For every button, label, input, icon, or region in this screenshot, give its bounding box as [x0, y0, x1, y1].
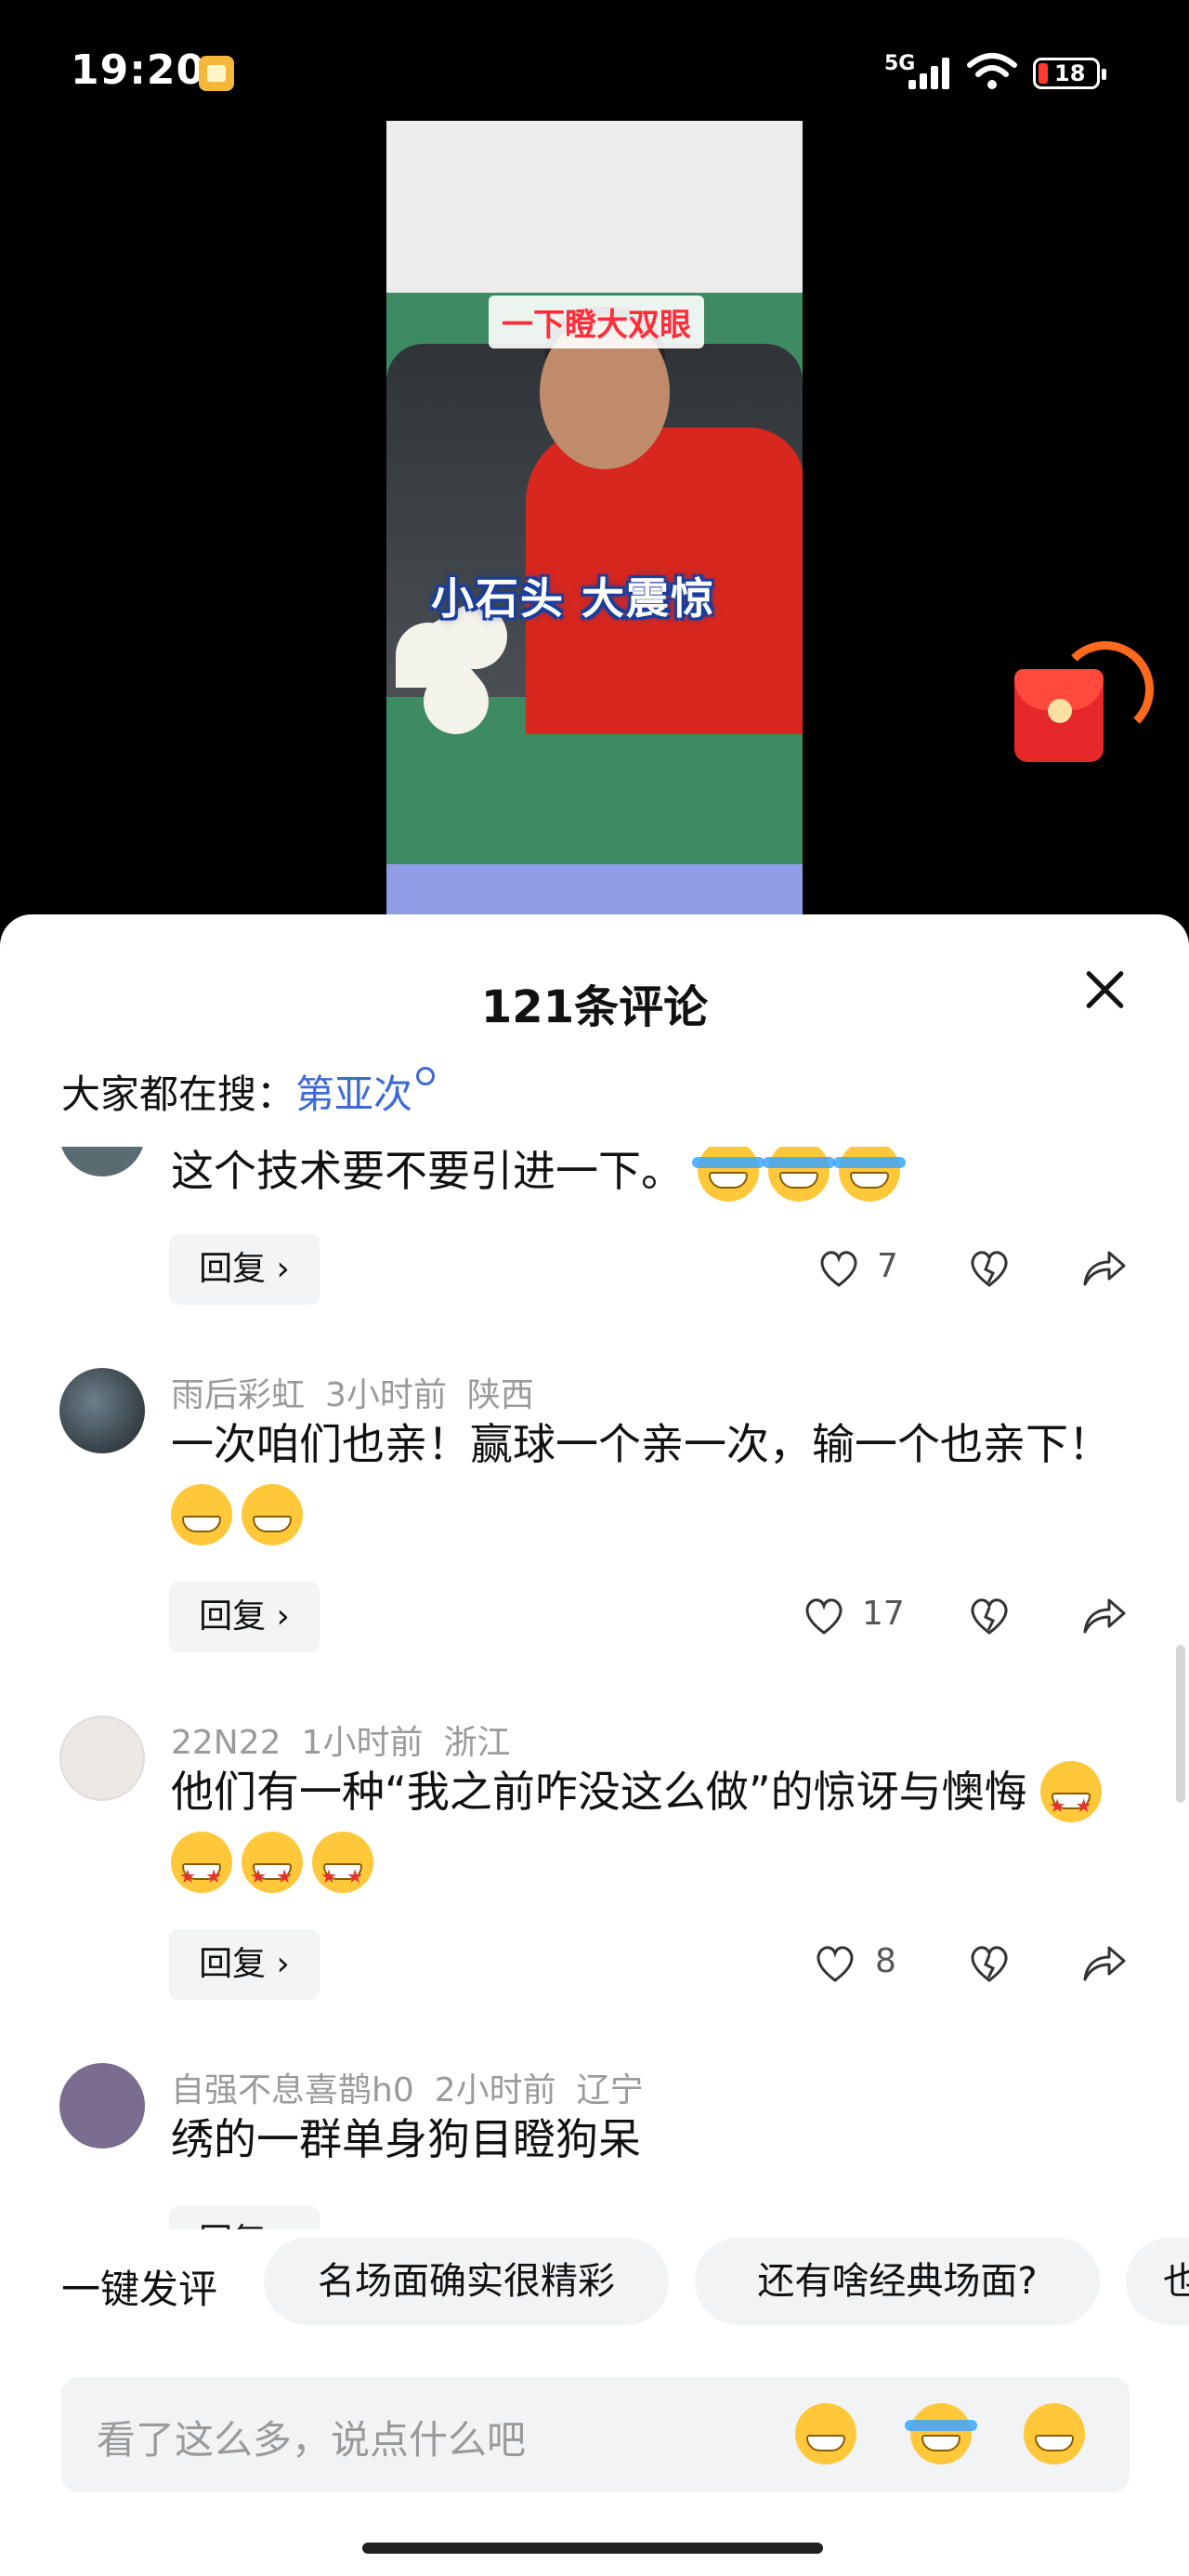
share-icon[interactable] [1081, 1942, 1128, 1983]
quick-comment-chip[interactable]: 还有啥经典场面? [695, 2238, 1100, 2325]
quick-comment-chip[interactable]: 也 [1126, 2238, 1189, 2325]
reply-button[interactable]: 回复 › [169, 1582, 320, 1652]
grin-emoji-icon [171, 1483, 232, 1545]
wifi-icon [967, 53, 1017, 89]
smile-icon[interactable] [1024, 2403, 1085, 2464]
quick-comment-label: 一键发评 [61, 2267, 218, 2312]
star-eyes-emoji-icon [171, 1831, 232, 1912]
like-icon[interactable] [817, 1249, 860, 1288]
dislike-icon[interactable] [968, 1249, 1011, 1288]
star-eyes-emoji-icon [242, 1831, 303, 1912]
like-count: 8 [875, 1942, 896, 1980]
like-count: 7 [877, 1247, 898, 1285]
grin-icon[interactable] [795, 2403, 856, 2464]
reply-button[interactable]: 回复 › [169, 2206, 320, 2229]
scrollbar[interactable] [1176, 1645, 1185, 1803]
comment-list[interactable]: 这个技术要不要引进一下。 回复 › 7 雨后彩虹 3小时前 陕西 一次咱们也亲！赢球… [0, 1147, 1189, 2229]
video-caption-main: 小石头 大震惊 [431, 573, 716, 624]
comment-text: 这个技术要不要引进一下。 [171, 1147, 1137, 1206]
comment-sheet: 121条评论 大家都在搜：第亚次 这个技术要不要引进一下。 回复 › 7 雨后彩… [0, 914, 1189, 2576]
comment-text: 他们有一种“我之前咋没这么做”的惊讶与懊悔 [171, 1756, 1137, 1912]
avatar[interactable] [59, 1368, 145, 1453]
comment-input-placeholder: 看了这么多，说点什么吧 [97, 2417, 527, 2463]
share-icon[interactable] [1081, 1595, 1128, 1636]
video-caption-top: 一下瞪大双眼 [489, 296, 704, 348]
status-bar: 19:20 5G 18 [0, 0, 1189, 139]
video-player[interactable]: 一下瞪大双眼 小石头 大震惊 [386, 121, 803, 916]
notes-app-icon [199, 56, 234, 91]
laugh-cry-emoji-icon [832, 1147, 906, 1202]
status-time: 19:20 [71, 46, 206, 94]
comment-text: 一次咱们也亲！赢球一个亲一次，输一个也亲下！ [171, 1409, 1137, 1550]
grin-emoji-icon [242, 1483, 303, 1545]
star-eyes-emoji-icon [312, 1831, 373, 1912]
laugh-cry-emoji-icon [762, 1147, 835, 1202]
avatar[interactable] [59, 1715, 145, 1801]
laugh-cry-emoji-icon [691, 1147, 764, 1202]
laugh-cry-icon[interactable] [905, 2403, 977, 2464]
reply-button[interactable]: 回复 › [169, 1234, 320, 1305]
quick-comment-chip[interactable]: 名场面确实很精彩 [264, 2238, 669, 2325]
red-envelope-icon[interactable] [1014, 641, 1154, 762]
home-indicator[interactable] [362, 2543, 823, 2554]
avatar[interactable] [59, 2063, 145, 2149]
like-icon[interactable] [803, 1597, 845, 1636]
trending-search-label: 大家都在搜： [61, 1071, 296, 1117]
like-icon[interactable] [814, 1944, 856, 1983]
share-icon[interactable] [1081, 1247, 1128, 1288]
close-icon[interactable] [1078, 963, 1131, 1017]
search-icon [416, 1067, 436, 1085]
quick-comment-row: 一键发评 名场面确实很精彩 还有啥经典场面? 也 [0, 2238, 1189, 2327]
battery-level: 18 [1054, 60, 1086, 86]
trending-search: 大家都在搜：第亚次 [61, 1063, 436, 1120]
dislike-icon[interactable] [968, 1597, 1011, 1636]
comment-input[interactable]: 看了这么多，说点什么吧 [61, 2377, 1130, 2492]
comment-text: 绣的一群单身狗目瞪狗呆 [171, 2114, 641, 2164]
like-count: 17 [862, 1595, 905, 1633]
dislike-icon[interactable] [968, 1944, 1011, 1983]
battery-icon: 18 [1033, 58, 1106, 89]
reply-button[interactable]: 回复 › [169, 1929, 320, 2000]
trending-search-keyword[interactable]: 第亚次 [295, 1071, 412, 1117]
comment-count-title: 121条评论 [480, 981, 709, 1033]
star-eyes-emoji-icon [1040, 1760, 1103, 1841]
signal-icon [908, 58, 955, 89]
avatar[interactable] [59, 1147, 145, 1176]
